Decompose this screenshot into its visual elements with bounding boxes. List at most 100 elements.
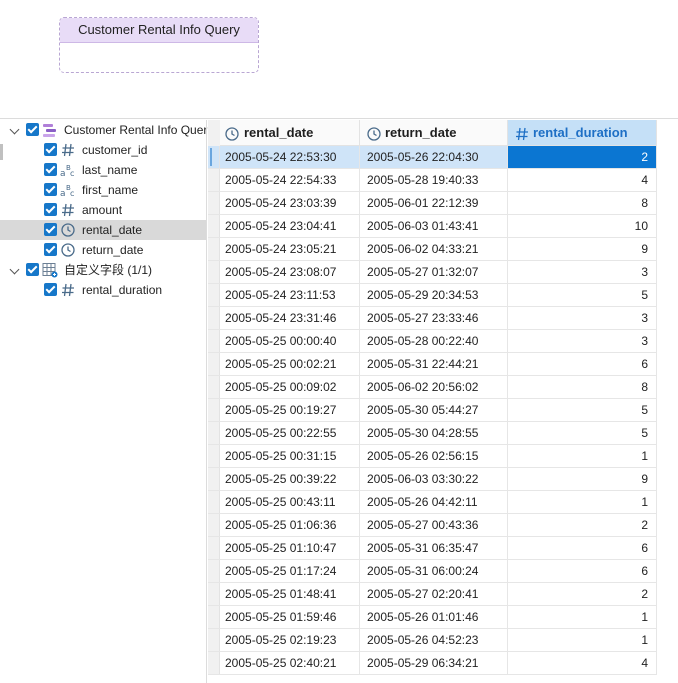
chevron-down-icon[interactable] — [9, 264, 20, 275]
table-cell-return-date[interactable]: 2005-05-31 22:44:21 — [360, 353, 508, 375]
query-box[interactable]: Customer Rental Info Query — [59, 17, 259, 73]
table-cell-rental-duration[interactable]: 4 — [508, 169, 657, 191]
table-cell-rental-duration[interactable]: 1 — [508, 491, 657, 513]
table-cell-rental-date[interactable]: 2005-05-25 01:06:36 — [208, 514, 360, 536]
checkbox[interactable] — [44, 203, 57, 216]
table-row[interactable]: 2005-05-25 01:48:41 2005-05-27 02:20:41 2 — [208, 583, 657, 606]
table-cell-return-date[interactable]: 2005-05-31 06:00:24 — [360, 560, 508, 582]
tree-field-amount[interactable]: amount — [0, 200, 206, 220]
table-row[interactable]: 2005-05-25 00:43:11 2005-05-26 04:42:11 1 — [208, 491, 657, 514]
table-row[interactable]: 2005-05-25 00:39:22 2005-06-03 03:30:22 9 — [208, 468, 657, 491]
table-cell-rental-date[interactable]: 2005-05-24 23:03:39 — [208, 192, 360, 214]
table-cell-rental-duration[interactable]: 9 — [508, 468, 657, 490]
table-cell-rental-duration[interactable]: 6 — [508, 537, 657, 559]
table-cell-return-date[interactable]: 2005-05-29 06:34:21 — [360, 652, 508, 674]
table-cell-rental-date[interactable]: 2005-05-25 00:09:02 — [208, 376, 360, 398]
table-cell-return-date[interactable]: 2005-05-26 04:52:23 — [360, 629, 508, 651]
table-cell-return-date[interactable]: 2005-05-26 02:56:15 — [360, 445, 508, 467]
table-cell-rental-date[interactable]: 2005-05-24 23:11:53 — [208, 284, 360, 306]
table-cell-rental-duration[interactable]: 2 — [508, 583, 657, 605]
column-header-rental-date[interactable]: rental_date — [208, 120, 360, 146]
tree-field-first-name[interactable]: a Bc first_name — [0, 180, 206, 200]
column-header-return-date[interactable]: return_date — [360, 120, 508, 146]
table-row[interactable]: 2005-05-25 00:00:40 2005-05-28 00:22:40 3 — [208, 330, 657, 353]
table-row[interactable]: 2005-05-25 02:19:23 2005-05-26 04:52:23 1 — [208, 629, 657, 652]
checkbox[interactable] — [44, 163, 57, 176]
checkbox[interactable] — [44, 223, 57, 236]
table-cell-rental-duration[interactable]: 5 — [508, 399, 657, 421]
table-cell-rental-date[interactable]: 2005-05-24 22:54:33 — [208, 169, 360, 191]
table-row[interactable]: 2005-05-25 00:19:27 2005-05-30 05:44:27 5 — [208, 399, 657, 422]
table-row[interactable]: 2005-05-25 01:06:36 2005-05-27 00:43:36 2 — [208, 514, 657, 537]
table-cell-rental-duration[interactable]: 5 — [508, 422, 657, 444]
table-cell-rental-date[interactable]: 2005-05-24 23:04:41 — [208, 215, 360, 237]
table-cell-return-date[interactable]: 2005-06-02 20:56:02 — [360, 376, 508, 398]
table-row[interactable]: 2005-05-24 22:54:33 2005-05-28 19:40:33 4 — [208, 169, 657, 192]
table-cell-rental-date[interactable]: 2005-05-25 01:17:24 — [208, 560, 360, 582]
table-cell-return-date[interactable]: 2005-05-30 04:28:55 — [360, 422, 508, 444]
chevron-down-icon[interactable] — [9, 124, 20, 135]
table-cell-rental-duration[interactable]: 3 — [508, 261, 657, 283]
splitter-handle[interactable] — [0, 144, 3, 160]
table-row[interactable]: 2005-05-25 00:31:15 2005-05-26 02:56:15 1 — [208, 445, 657, 468]
table-cell-rental-date[interactable]: 2005-05-25 00:22:55 — [208, 422, 360, 444]
tree-field-customer-id[interactable]: customer_id — [0, 140, 206, 160]
table-row[interactable]: 2005-05-24 23:04:41 2005-06-03 01:43:41 10 — [208, 215, 657, 238]
table-cell-return-date[interactable]: 2005-06-03 01:43:41 — [360, 215, 508, 237]
table-cell-return-date[interactable]: 2005-05-31 06:35:47 — [360, 537, 508, 559]
tree-field-last-name[interactable]: a Bc last_name — [0, 160, 206, 180]
table-cell-rental-date[interactable]: 2005-05-25 00:39:22 — [208, 468, 360, 490]
table-cell-rental-duration[interactable]: 2 — [508, 514, 657, 536]
table-cell-rental-duration[interactable]: 6 — [508, 560, 657, 582]
table-cell-rental-date[interactable]: 2005-05-25 01:48:41 — [208, 583, 360, 605]
table-cell-rental-date[interactable]: 2005-05-25 00:43:11 — [208, 491, 360, 513]
table-cell-rental-duration[interactable]: 2 — [508, 146, 657, 168]
table-cell-rental-duration[interactable]: 1 — [508, 606, 657, 628]
tree-node-custom-fields[interactable]: 自定义字段 (1/1) — [0, 260, 206, 280]
table-cell-rental-duration[interactable]: 3 — [508, 307, 657, 329]
table-row[interactable]: 2005-05-24 22:53:30 2005-05-26 22:04:30 2 — [208, 146, 657, 169]
table-cell-rental-date[interactable]: 2005-05-25 01:59:46 — [208, 606, 360, 628]
table-cell-rental-date[interactable]: 2005-05-25 02:19:23 — [208, 629, 360, 651]
table-cell-rental-duration[interactable]: 8 — [508, 192, 657, 214]
column-header-rental-duration[interactable]: rental_duration — [508, 120, 657, 146]
table-cell-rental-date[interactable]: 2005-05-25 00:31:15 — [208, 445, 360, 467]
table-row[interactable]: 2005-05-24 23:05:21 2005-06-02 04:33:21 9 — [208, 238, 657, 261]
table-cell-return-date[interactable]: 2005-05-28 19:40:33 — [360, 169, 508, 191]
table-cell-rental-duration[interactable]: 10 — [508, 215, 657, 237]
table-cell-return-date[interactable]: 2005-05-26 22:04:30 — [360, 146, 508, 168]
checkbox[interactable] — [26, 123, 39, 136]
table-cell-return-date[interactable]: 2005-05-27 23:33:46 — [360, 307, 508, 329]
table-cell-return-date[interactable]: 2005-05-30 05:44:27 — [360, 399, 508, 421]
checkbox[interactable] — [44, 143, 57, 156]
table-cell-return-date[interactable]: 2005-05-27 00:43:36 — [360, 514, 508, 536]
table-cell-rental-date[interactable]: 2005-05-24 23:31:46 — [208, 307, 360, 329]
table-row[interactable]: 2005-05-24 23:08:07 2005-05-27 01:32:07 3 — [208, 261, 657, 284]
tree-field-rental-date[interactable]: rental_date — [0, 220, 206, 240]
checkbox[interactable] — [26, 263, 39, 276]
table-row[interactable]: 2005-05-25 01:10:47 2005-05-31 06:35:47 6 — [208, 537, 657, 560]
tree-node-query[interactable]: Customer Rental Info Quer — [0, 120, 207, 140]
table-row[interactable]: 2005-05-25 00:09:02 2005-06-02 20:56:02 8 — [208, 376, 657, 399]
table-cell-return-date[interactable]: 2005-06-02 04:33:21 — [360, 238, 508, 260]
table-cell-rental-duration[interactable]: 3 — [508, 330, 657, 352]
table-row[interactable]: 2005-05-25 01:59:46 2005-05-26 01:01:46 1 — [208, 606, 657, 629]
tree-field-rental-duration[interactable]: rental_duration — [0, 280, 206, 300]
table-cell-rental-date[interactable]: 2005-05-25 02:40:21 — [208, 652, 360, 674]
table-cell-rental-date[interactable]: 2005-05-24 23:08:07 — [208, 261, 360, 283]
table-cell-return-date[interactable]: 2005-05-29 20:34:53 — [360, 284, 508, 306]
table-row[interactable]: 2005-05-24 23:31:46 2005-05-27 23:33:46 3 — [208, 307, 657, 330]
table-cell-rental-duration[interactable]: 8 — [508, 376, 657, 398]
table-cell-rental-date[interactable]: 2005-05-24 23:05:21 — [208, 238, 360, 260]
checkbox[interactable] — [44, 283, 57, 296]
table-row[interactable]: 2005-05-24 23:03:39 2005-06-01 22:12:39 8 — [208, 192, 657, 215]
checkbox[interactable] — [44, 243, 57, 256]
table-cell-return-date[interactable]: 2005-06-03 03:30:22 — [360, 468, 508, 490]
table-cell-rental-date[interactable]: 2005-05-25 00:02:21 — [208, 353, 360, 375]
table-cell-rental-duration[interactable]: 4 — [508, 652, 657, 674]
checkbox[interactable] — [44, 183, 57, 196]
table-cell-return-date[interactable]: 2005-06-01 22:12:39 — [360, 192, 508, 214]
table-cell-rental-duration[interactable]: 1 — [508, 629, 657, 651]
table-row[interactable]: 2005-05-25 01:17:24 2005-05-31 06:00:24 6 — [208, 560, 657, 583]
table-cell-rental-duration[interactable]: 6 — [508, 353, 657, 375]
